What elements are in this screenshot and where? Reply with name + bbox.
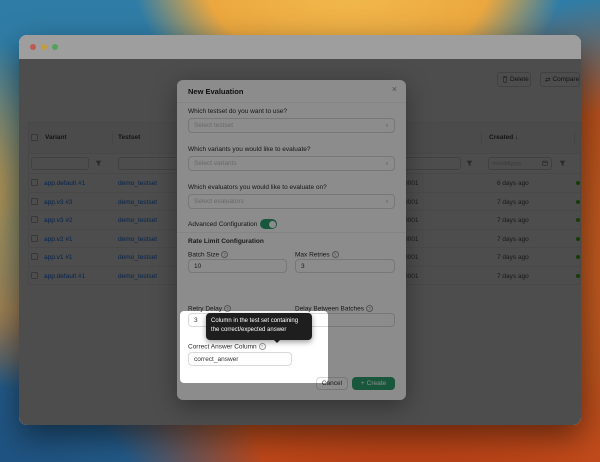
- question-circle-icon[interactable]: ?: [224, 305, 231, 312]
- close-icon[interactable]: ×: [392, 85, 397, 94]
- chevron-down-icon: ∨: [385, 161, 389, 167]
- question-circle-icon[interactable]: ?: [332, 251, 339, 258]
- close-traffic-light-icon[interactable]: [30, 44, 36, 50]
- create-button-label: Create: [367, 380, 387, 387]
- variants-select-placeholder: Select variants: [194, 160, 237, 167]
- evaluators-select[interactable]: Select evaluators ∨: [188, 194, 395, 209]
- plus-icon: +: [361, 380, 365, 387]
- evaluators-select-placeholder: Select evaluators: [194, 198, 244, 205]
- evaluators-question-label: Which evaluators you would like to evalu…: [188, 184, 327, 191]
- divider: [177, 102, 406, 103]
- create-button[interactable]: + Create: [352, 377, 395, 390]
- chevron-down-icon: ∨: [385, 123, 389, 129]
- chevron-down-icon: ∨: [385, 199, 389, 205]
- testset-select-placeholder: Select testset: [194, 122, 233, 129]
- minimize-traffic-light-icon[interactable]: [41, 44, 47, 50]
- batch-size-input[interactable]: [188, 259, 287, 273]
- desktop-wallpaper: Delete ⇄ Compare Variant Testset Created…: [0, 0, 600, 462]
- batch-size-label: Batch Size?: [188, 251, 228, 259]
- testset-select[interactable]: Select testset ∨: [188, 118, 395, 133]
- cancel-button[interactable]: Cancel: [316, 377, 348, 390]
- correct-answer-column-input[interactable]: [188, 352, 292, 366]
- max-retries-label: Max Retries?: [295, 251, 339, 259]
- testset-question-label: Which testset do you want to use?: [188, 108, 287, 115]
- delay-between-batches-label: Delay Between Batches?: [295, 305, 373, 313]
- new-evaluation-modal: New Evaluation × Which testset do you wa…: [177, 80, 406, 400]
- zoom-traffic-light-icon[interactable]: [52, 44, 58, 50]
- modal-title: New Evaluation: [188, 87, 243, 96]
- question-circle-icon[interactable]: ?: [259, 343, 266, 350]
- correct-answer-column-label: Correct Answer Column?: [188, 343, 266, 351]
- variants-question-label: Which variants you would like to evaluat…: [188, 146, 310, 153]
- divider: [177, 232, 406, 233]
- window-content: Delete ⇄ Compare Variant Testset Created…: [19, 59, 581, 425]
- question-circle-icon[interactable]: ?: [221, 251, 228, 258]
- max-retries-input[interactable]: [295, 259, 395, 273]
- correct-answer-tooltip: Column in the test set containing the co…: [206, 313, 312, 340]
- app-window: Delete ⇄ Compare Variant Testset Created…: [19, 35, 581, 425]
- question-circle-icon[interactable]: ?: [366, 305, 373, 312]
- window-titlebar[interactable]: [19, 35, 581, 59]
- advanced-configuration-toggle[interactable]: [260, 219, 277, 229]
- toggle-knob: [269, 221, 276, 228]
- rate-limit-section-title: Rate Limit Configuration: [188, 238, 264, 245]
- advanced-configuration-label: Advanced Configuration: [188, 221, 257, 228]
- retry-delay-label: Retry Delay?: [188, 305, 231, 313]
- variants-select[interactable]: Select variants ∨: [188, 156, 395, 171]
